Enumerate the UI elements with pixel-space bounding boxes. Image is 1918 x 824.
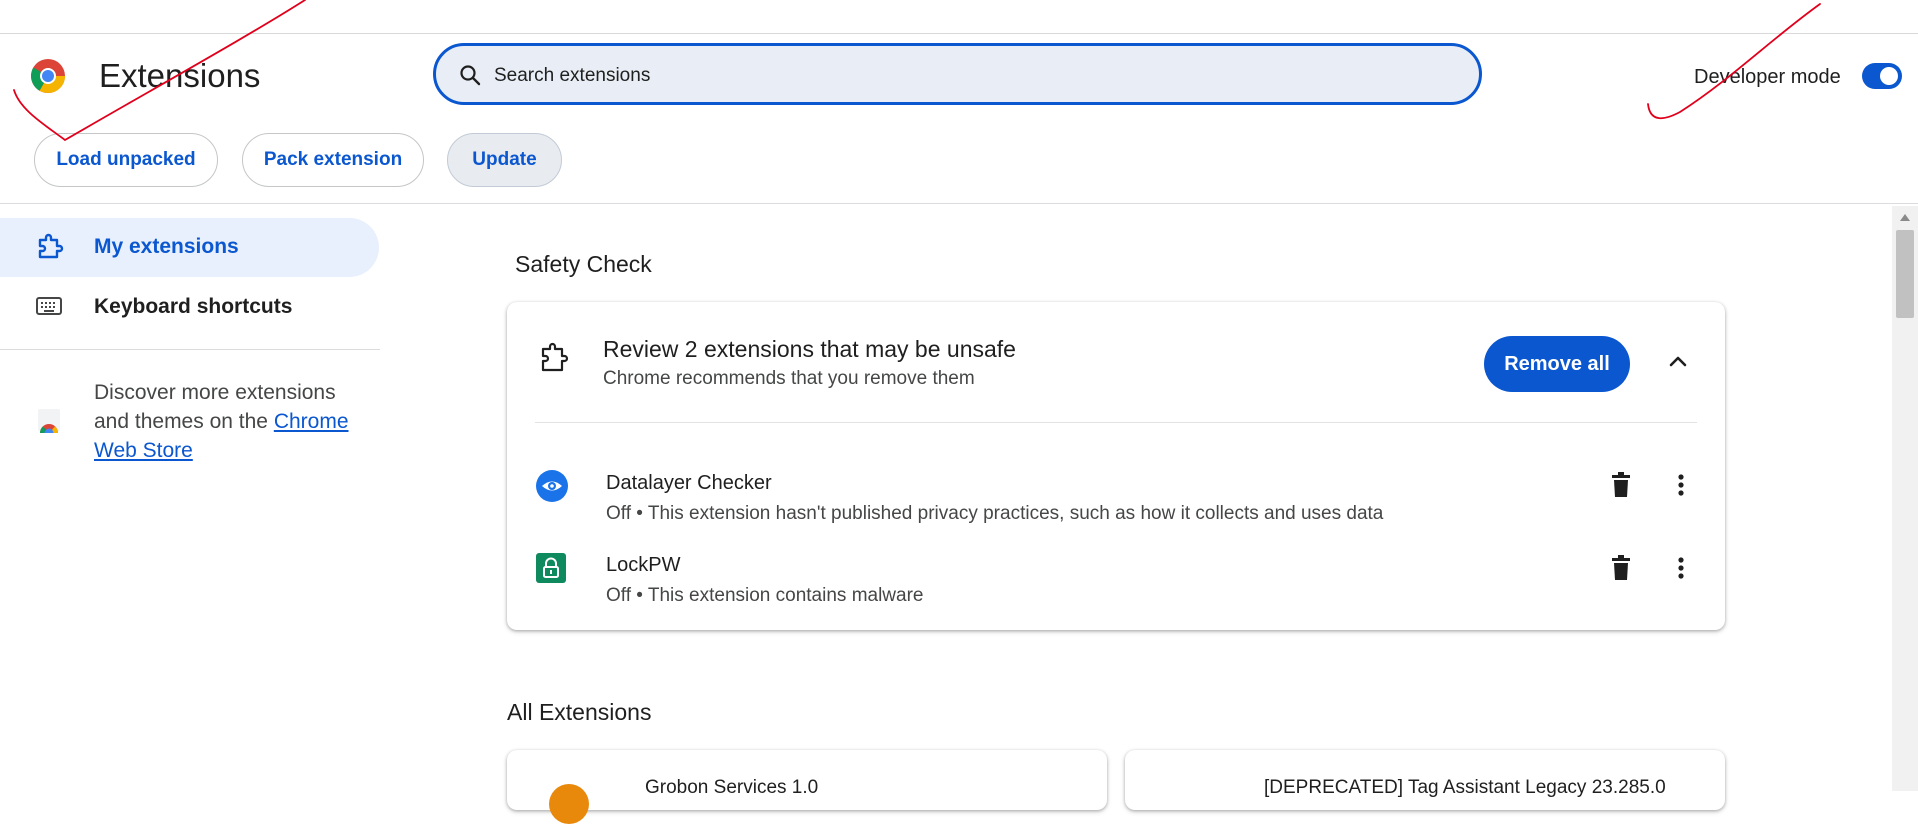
chrome-logo-icon — [31, 59, 65, 93]
scroll-up-arrow-icon[interactable] — [1900, 214, 1910, 221]
scrollbar-thumb[interactable] — [1896, 230, 1914, 318]
more-vert-icon[interactable] — [1678, 557, 1684, 579]
extension-description: Off • This extension hasn't published pr… — [606, 503, 1384, 524]
sidebar-item-label: My extensions — [94, 235, 239, 258]
safety-check-heading: Safety Check — [515, 251, 652, 277]
puzzle-icon — [38, 233, 64, 259]
scrollbar[interactable] — [1892, 206, 1918, 791]
page-title: Extensions — [99, 57, 261, 94]
safety-card-title: Review 2 extensions that may be unsafe — [603, 336, 1016, 362]
update-button[interactable]: Update — [447, 133, 562, 187]
more-vert-icon[interactable] — [1678, 474, 1684, 496]
search-icon — [460, 65, 481, 86]
keyboard-icon — [36, 297, 62, 315]
extension-description: Off • This extension contains malware — [606, 585, 924, 606]
safety-check-card: Review 2 extensions that may be unsafe C… — [507, 302, 1725, 630]
sidebar-item-keyboard-shortcuts[interactable]: Keyboard shortcuts — [94, 295, 292, 319]
eye-icon — [536, 470, 568, 502]
puzzle-icon — [541, 342, 569, 372]
header-divider — [0, 203, 1918, 204]
extension-card-name: [DEPRECATED] Tag Assistant Legacy 23.285… — [1264, 777, 1666, 798]
safety-card-subtitle: Chrome recommends that you remove them — [603, 368, 975, 389]
extension-card-name: Grobon Services 1.0 — [645, 777, 819, 798]
extension-name: Datalayer Checker — [606, 472, 772, 494]
extension-card: [DEPRECATED] Tag Assistant Legacy 23.285… — [1125, 750, 1725, 810]
discover-text: Discover more extensions and themes on t… — [94, 378, 374, 465]
pack-extension-button[interactable]: Pack extension — [242, 133, 424, 187]
load-unpacked-button[interactable]: Load unpacked — [34, 133, 218, 187]
trash-icon[interactable] — [1611, 555, 1631, 581]
card-divider — [535, 422, 1697, 423]
lock-icon — [536, 553, 566, 583]
web-store-icon — [38, 409, 60, 433]
annotation-mark-right — [1647, 3, 1821, 120]
developer-mode-toggle[interactable] — [1862, 63, 1902, 89]
extension-name: LockPW — [606, 554, 681, 576]
search-bar[interactable] — [433, 43, 1482, 105]
extension-card: Grobon Services 1.0 — [507, 750, 1107, 824]
developer-mode-label: Developer mode — [1694, 66, 1841, 88]
remove-all-button[interactable]: Remove all — [1484, 336, 1630, 392]
extension-icon — [549, 784, 589, 824]
sidebar-divider — [0, 349, 380, 350]
top-divider — [0, 33, 1918, 34]
toggle-knob — [1880, 67, 1898, 85]
chevron-up-icon[interactable] — [1667, 352, 1689, 370]
trash-icon[interactable] — [1611, 472, 1631, 498]
all-extensions-heading: All Extensions — [507, 699, 652, 725]
search-input[interactable] — [492, 56, 1396, 96]
